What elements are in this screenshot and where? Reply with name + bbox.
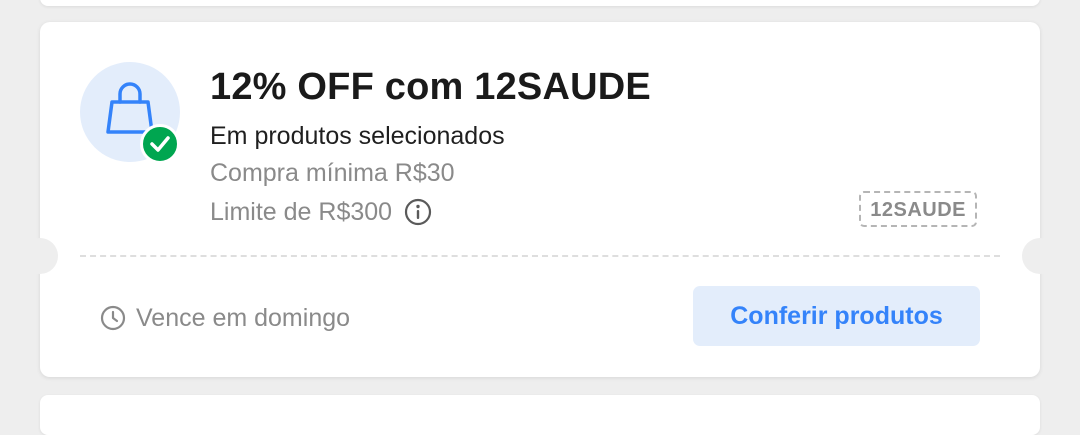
previous-coupon-card: [40, 0, 1040, 6]
coupon-code-tag: 12SAUDE: [859, 191, 977, 227]
ticket-notch-right: [1022, 238, 1058, 274]
discount-limit: Limite de R$300: [210, 197, 393, 226]
next-coupon-card: [40, 395, 1040, 435]
coupon-subtitle: Em produtos selecionados: [210, 122, 505, 150]
coupon-card: 12% OFF com 12SAUDE Em produtos selecion…: [22, 22, 1058, 377]
coupon-icon-circle: [80, 62, 180, 164]
expiration-row: Vence em domingo: [100, 302, 350, 334]
discount-limit-row: Limite de R$300: [210, 196, 432, 228]
minimum-purchase: Compra mínima R$30: [210, 159, 455, 187]
expiration-text: Vence em domingo: [136, 303, 351, 332]
check-icon: [150, 136, 170, 152]
coupon-title: 12% OFF com 12SAUDE: [210, 66, 651, 108]
view-products-button[interactable]: Conferir produtos: [693, 286, 980, 346]
ticket-notch-left: [22, 238, 58, 274]
info-icon[interactable]: [404, 198, 432, 226]
clock-icon: [100, 305, 126, 331]
verified-badge: [140, 124, 180, 164]
dashed-divider: [80, 255, 1000, 257]
